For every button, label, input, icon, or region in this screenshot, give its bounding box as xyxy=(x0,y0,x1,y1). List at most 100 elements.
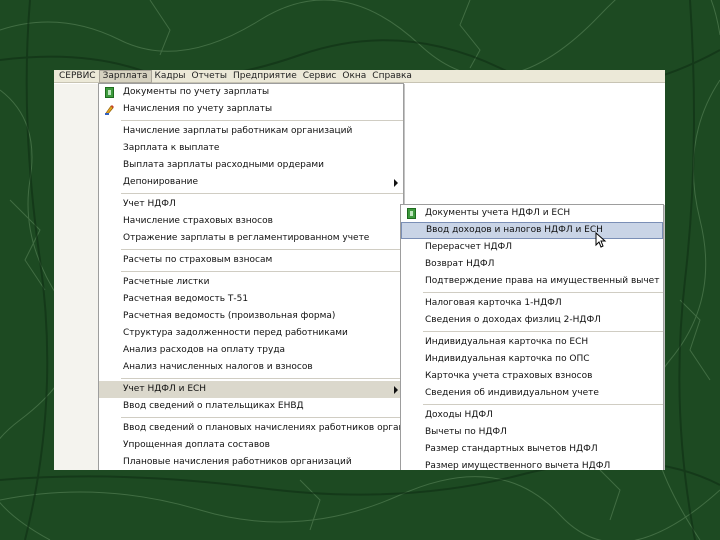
menu-item-label: Перерасчет НДФЛ xyxy=(425,242,513,252)
menu-item-label: Начисления по учету зарплаты xyxy=(123,104,273,114)
menu-item-t51[interactable]: Расчетная ведомость Т-51 xyxy=(99,291,403,308)
submenu-item-property-deduction[interactable]: Подтверждение права на имущественный выч… xyxy=(401,273,663,290)
menu-item-label: Плановые начисления работников организац… xyxy=(123,457,352,467)
ndfl-esn-submenu: Документы учета НДФЛ и ЕСН Ввод доходов … xyxy=(400,204,664,470)
menu-item-label: Расчетные листки xyxy=(123,277,210,287)
menu-item-label: Возврат НДФЛ xyxy=(425,259,495,269)
menu-item-tax-analysis[interactable]: Анализ начисленных налогов и взносов xyxy=(99,359,403,376)
menu-separator xyxy=(121,193,403,194)
menu-item-envd[interactable]: Ввод сведений о плательщиках ЕНВД xyxy=(99,398,403,415)
menu-item-deposit[interactable]: Депонирование xyxy=(99,174,403,191)
submenu-item-2ndfl[interactable]: Сведения о доходах физлиц 2-НДФЛ xyxy=(401,312,663,329)
menu-item-label: Анализ начисленных налогов и взносов xyxy=(123,362,313,372)
submenu-item-recalc[interactable]: Перерасчет НДФЛ xyxy=(401,239,663,256)
menu-hr[interactable]: Кадры xyxy=(152,70,189,83)
menu-item-label: Упрощенная доплата составов xyxy=(123,440,270,450)
submenu-item-ndfl-income[interactable]: Доходы НДФЛ xyxy=(401,407,663,424)
menu-item-label: Отражение зарплаты в регламентированном … xyxy=(123,233,370,243)
submenu-item-refund[interactable]: Возврат НДФЛ xyxy=(401,256,663,273)
green-doc-icon xyxy=(407,208,416,219)
menu-item-label: Ввод сведений о плательщиках ЕНВД xyxy=(123,401,304,411)
submenu-item-standard-deductions[interactable]: Размер стандартных вычетов НДФЛ xyxy=(401,441,663,458)
menu-item-label: Размер стандартных вычетов НДФЛ xyxy=(425,444,598,454)
menu-item-label: Документы по учету зарплаты xyxy=(123,87,270,97)
menu-item-payroll[interactable]: Начисление зарплаты работникам организац… xyxy=(99,123,403,140)
menu-item-insurance-accrual[interactable]: Начисление страховых взносов xyxy=(99,213,403,230)
menu-service[interactable]: СЕРВИС xyxy=(56,70,99,83)
menu-separator xyxy=(121,417,403,418)
left-panel xyxy=(54,84,99,470)
submenu-item-ndfl-deductions[interactable]: Вычеты по НДФЛ xyxy=(401,424,663,441)
green-doc-icon xyxy=(105,87,114,98)
menu-item-ndfl-accounting[interactable]: Учет НДФЛ xyxy=(99,196,403,213)
submenu-item-esn-card[interactable]: Индивидуальная карточка по ЕСН xyxy=(401,334,663,351)
menu-item-debt-structure[interactable]: Структура задолженности перед работникам… xyxy=(99,325,403,342)
submenu-item-individual-info[interactable]: Сведения об индивидуальном учете xyxy=(401,385,663,402)
menu-item-label: Учет НДФЛ xyxy=(123,199,176,209)
submenu-item-1ndfl[interactable]: Налоговая карточка 1-НДФЛ xyxy=(401,295,663,312)
menu-windows[interactable]: Окна xyxy=(339,70,369,83)
menu-item-label: Размер имущественного вычета НДФЛ xyxy=(425,461,611,470)
main-menubar: СЕРВИС Зарплата Кадры Отчеты Предприятие… xyxy=(54,70,665,83)
menu-item-label: Доходы НДФЛ xyxy=(425,410,493,420)
menu-separator xyxy=(121,271,403,272)
menu-item-salary-accruals[interactable]: Начисления по учету зарплаты xyxy=(99,101,403,118)
menu-item-label: Подтверждение права на имущественный выч… xyxy=(425,276,660,286)
menu-reports[interactable]: Отчеты xyxy=(188,70,230,83)
menu-item-ndfl-esn[interactable]: Учет НДФЛ и ЕСН xyxy=(99,381,403,398)
menu-item-label: Сведения о доходах физлиц 2-НДФЛ xyxy=(425,315,601,325)
menu-help[interactable]: Справка xyxy=(369,70,415,83)
menu-item-label: Индивидуальная карточка по ОПС xyxy=(425,354,590,364)
menu-item-planned-accrual-input[interactable]: Ввод сведений о плановых начислениях раб… xyxy=(99,420,438,437)
menu-item-label: Начисление страховых взносов xyxy=(123,216,273,226)
salary-dropdown-menu: Документы по учету зарплаты Начисления п… xyxy=(98,83,438,470)
menu-item-label: Начисление зарплаты работникам организац… xyxy=(123,126,353,136)
menu-separator xyxy=(121,249,403,250)
menu-item-insurance-calc[interactable]: Расчеты по страховым взносам xyxy=(99,252,403,269)
menu-separator xyxy=(423,292,663,293)
menu-item-label: Учет НДФЛ и ЕСН xyxy=(123,384,207,394)
menu-item-salary-documents[interactable]: Документы по учету зарплаты xyxy=(99,84,403,101)
pencil-icon xyxy=(105,104,114,115)
submenu-item-ops-card[interactable]: Индивидуальная карточка по ОПС xyxy=(401,351,663,368)
menu-separator xyxy=(423,404,663,405)
menu-item-label: Сведения об индивидуальном учете xyxy=(425,388,599,398)
menu-item-salary-payable[interactable]: Зарплата к выплате xyxy=(99,140,403,157)
menu-item-labor-cost-analysis[interactable]: Анализ расходов на оплату труда xyxy=(99,342,403,359)
menu-item-label: Депонирование xyxy=(123,177,199,187)
submenu-item-insurance-card[interactable]: Карточка учета страховых взносов xyxy=(401,368,663,385)
menu-item-label: Ввод доходов и налогов НДФЛ и ЕСН xyxy=(426,225,603,235)
menu-item-label: Анализ расходов на оплату труда xyxy=(123,345,286,355)
menu-item-label: Расчетная ведомость (произвольная форма) xyxy=(123,311,336,321)
menu-item-label: Вычеты по НДФЛ xyxy=(425,427,507,437)
menu-tools[interactable]: Сервис xyxy=(300,70,340,83)
menu-item-cash-payment[interactable]: Выплата зарплаты расходными ордерами xyxy=(99,157,403,174)
submenu-arrow-icon xyxy=(394,386,398,394)
menu-item-label: Зарплата к выплате xyxy=(123,143,220,153)
menu-separator xyxy=(423,331,663,332)
menu-item-simplified[interactable]: Упрощенная доплата составов xyxy=(99,437,403,454)
menu-item-label: Ввод сведений о плановых начислениях раб… xyxy=(123,423,439,433)
menu-item-label: Налоговая карточка 1-НДФЛ xyxy=(425,298,562,308)
submenu-item-property-deduction-size[interactable]: Размер имущественного вычета НДФЛ xyxy=(401,458,663,470)
menu-item-label: Структура задолженности перед работникам… xyxy=(123,328,348,338)
menu-salary[interactable]: Зарплата xyxy=(98,70,152,83)
menu-item-label: Выплата зарплаты расходными ордерами xyxy=(123,160,324,170)
menu-item-payslips[interactable]: Расчетные листки xyxy=(99,274,403,291)
menu-item-salary-reflection[interactable]: Отражение зарплаты в регламентированном … xyxy=(99,230,403,247)
submenu-arrow-icon xyxy=(394,179,398,187)
menu-item-custom-statement[interactable]: Расчетная ведомость (произвольная форма) xyxy=(99,308,403,325)
mouse-cursor-icon xyxy=(595,232,607,248)
menu-enterprise[interactable]: Предприятие xyxy=(230,70,300,83)
menu-item-label: Расчетная ведомость Т-51 xyxy=(123,294,249,304)
menu-item-label: Карточка учета страховых взносов xyxy=(425,371,593,381)
menu-separator xyxy=(121,378,403,379)
menu-item-planned-accruals[interactable]: Плановые начисления работников организац… xyxy=(99,454,403,470)
menu-item-label: Расчеты по страховым взносам xyxy=(123,255,273,265)
menu-item-label: Документы учета НДФЛ и ЕСН xyxy=(425,208,571,218)
submenu-item-income-input[interactable]: Ввод доходов и налогов НДФЛ и ЕСН xyxy=(401,222,663,239)
submenu-item-ndfl-documents[interactable]: Документы учета НДФЛ и ЕСН xyxy=(401,205,663,222)
menu-separator xyxy=(121,120,403,121)
menu-item-label: Индивидуальная карточка по ЕСН xyxy=(425,337,589,347)
application-window: СЕРВИС Зарплата Кадры Отчеты Предприятие… xyxy=(54,70,665,470)
